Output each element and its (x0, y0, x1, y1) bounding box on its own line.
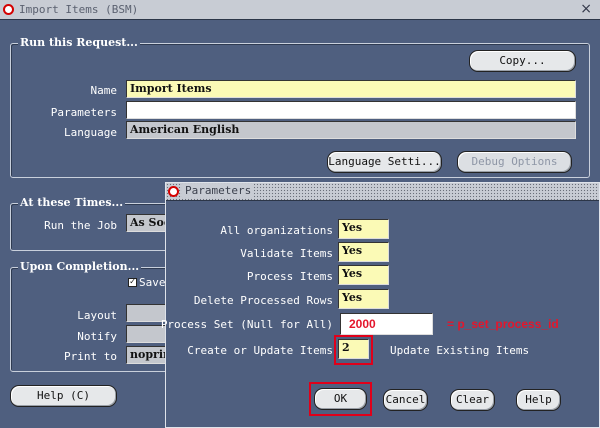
debug-options-button[interactable]: Debug Options (457, 151, 572, 173)
clear-button[interactable]: Clear (450, 389, 495, 411)
dialog-help-button[interactable]: Help (516, 389, 561, 411)
cancel-button[interactable]: Cancel (383, 389, 428, 411)
parameters-field[interactable] (126, 101, 576, 119)
delete-processed-rows-field[interactable]: Yes (338, 289, 389, 309)
process-set-label: Process Set (Null for All) (160, 318, 333, 331)
create-update-field[interactable]: 2 (338, 339, 369, 359)
run-job-label: Run the Job (44, 219, 117, 232)
dialog-title: Parameters (182, 184, 255, 197)
language-field[interactable]: American English (126, 121, 576, 139)
window-title: Import Items (BSM) (19, 3, 139, 16)
process-set-value: 2000 (349, 317, 376, 331)
parameters-label: Parameters (50, 106, 117, 119)
parameters-dialog: Parameters All organizations Yes Validat… (161, 182, 600, 428)
ok-button[interactable]: OK (314, 388, 367, 410)
all-organizations-field[interactable]: Yes (338, 219, 389, 239)
delete-processed-rows-label: Delete Processed Rows (193, 294, 333, 307)
process-set-annotation: = p_set_process_id (447, 317, 559, 331)
language-settings-button[interactable]: Language Setti... (327, 151, 442, 173)
process-items-label: Process Items (246, 270, 333, 283)
times-title: At these Times... (18, 196, 126, 209)
print-to-label: Print to (64, 350, 117, 363)
completion-title: Upon Completion... (18, 260, 142, 273)
validate-items-field[interactable]: Yes (338, 242, 389, 262)
create-update-desc: Update Existing Items (390, 344, 530, 357)
process-items-field[interactable]: Yes (338, 265, 389, 285)
oracle-logo-icon (3, 4, 14, 15)
save-checkbox[interactable]: ✓ (128, 278, 137, 287)
language-label: Language (64, 126, 117, 139)
layout-label: Layout (77, 309, 117, 322)
help-button[interactable]: Help (C) (10, 385, 117, 407)
dialog-titlebar: Parameters (166, 183, 599, 201)
name-field[interactable]: Import Items (126, 80, 576, 98)
copy-button[interactable]: Copy... (469, 50, 576, 72)
oracle-logo-icon (168, 186, 179, 197)
notify-label: Notify (77, 330, 117, 343)
all-organizations-label: All organizations (220, 224, 333, 237)
close-icon[interactable]: × (580, 1, 592, 17)
process-set-field[interactable]: 2000 (340, 313, 433, 335)
validate-items-label: Validate Items (240, 247, 333, 260)
name-label: Name (90, 84, 118, 97)
window-titlebar: Import Items (BSM) × (0, 0, 600, 20)
run-request-title: Run this Request... (18, 36, 140, 49)
create-update-label: Create or Update Items (187, 344, 333, 357)
save-label: Save (139, 276, 166, 289)
